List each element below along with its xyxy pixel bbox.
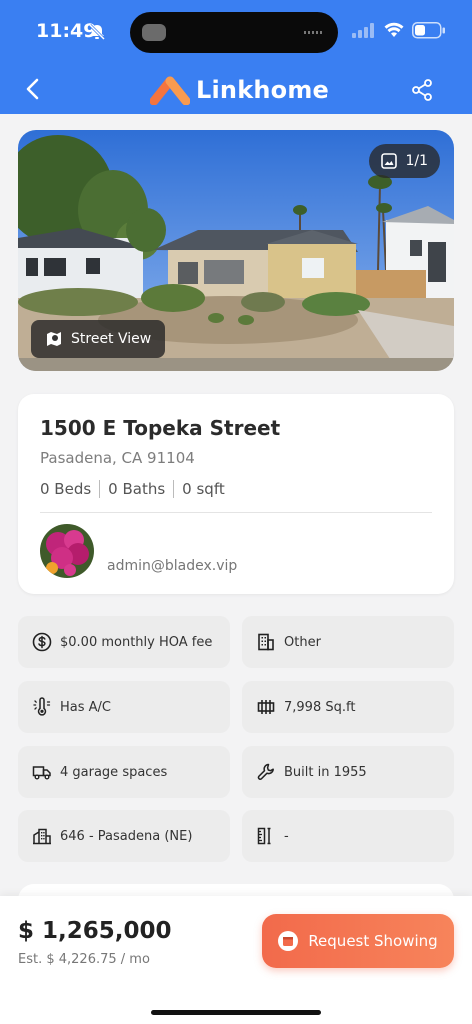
spec-divider: [173, 480, 175, 498]
request-showing-label: Request Showing: [308, 932, 438, 950]
spec-divider: [99, 480, 101, 498]
battery-icon: [412, 22, 445, 39]
feature-type: Other: [242, 616, 454, 668]
island-dots: [304, 31, 324, 34]
monthly-estimate: Est. $ 4,226.75 / mo: [18, 952, 150, 967]
feature-garage: 4 garage spaces: [18, 746, 230, 798]
house-logo-icon: [150, 76, 190, 105]
street-view-button[interactable]: Street View: [31, 320, 166, 358]
flower-avatar-image: [40, 524, 94, 578]
bell-slash-icon: [88, 23, 106, 41]
feature-built: Built in 1955: [242, 746, 454, 798]
status-bar: 11:49: [0, 0, 472, 64]
app-header: 11:49 Linkhome: [0, 0, 472, 114]
city-icon: [33, 828, 51, 845]
bottom-bar: $ 1,265,000 Est. $ 4,226.75 / mo Request…: [0, 896, 472, 1024]
building-icon: [258, 633, 274, 651]
share-icon[interactable]: [410, 78, 434, 102]
feature-ac-label: Has A/C: [60, 699, 111, 715]
listing-address: 1500 E Topeka Street: [40, 416, 281, 440]
listing-specs: 0 Beds 0 Baths 0 sqft: [40, 480, 225, 498]
dynamic-island: [130, 12, 338, 53]
feature-area-label: 646 - Pasadena (NE): [60, 828, 193, 844]
feature-lot-label: 7,998 Sq.ft: [284, 699, 356, 715]
feature-ac: Has A/C: [18, 681, 230, 733]
feature-lot: 7,998 Sq.ft: [242, 681, 454, 733]
listing-price: $ 1,265,000: [18, 918, 172, 944]
agent-avatar[interactable]: [40, 524, 94, 578]
wifi-icon: [384, 22, 404, 37]
feature-hoa: $0.00 monthly HOA fee: [18, 616, 230, 668]
home-indicator: [151, 1010, 321, 1015]
nav-bar: Linkhome: [0, 64, 472, 114]
feature-type-label: Other: [284, 634, 321, 650]
property-photo[interactable]: 1/1 Street View: [18, 130, 454, 371]
listing-card: 1500 E Topeka Street Pasadena, CA 91104 …: [18, 394, 454, 594]
card-divider: [40, 512, 432, 513]
agent-email[interactable]: admin@bladex.vip: [107, 558, 237, 574]
gallery-icon: [381, 153, 398, 169]
baths-count: 0 Baths: [108, 480, 166, 498]
thermometer-icon: [33, 697, 51, 716]
feature-other: -: [242, 810, 454, 862]
beds-count: 0 Beds: [40, 480, 92, 498]
calendar-icon: [278, 931, 299, 951]
wrench-icon: [257, 763, 274, 780]
feature-hoa-label: $0.00 monthly HOA fee: [60, 634, 213, 650]
cellular-signal-icon: [352, 23, 374, 38]
photo-counter-text: 1/1: [405, 153, 428, 169]
sqft-count: 0 sqft: [182, 480, 225, 498]
back-arrow-icon[interactable]: [20, 76, 46, 102]
map-pin-icon: [47, 332, 61, 346]
dollar-icon: [32, 632, 52, 652]
request-showing-button[interactable]: Request Showing: [262, 914, 454, 968]
feature-other-label: -: [284, 828, 289, 844]
ruler-icon: [257, 827, 271, 845]
street-view-label: Street View: [71, 331, 152, 347]
lot-icon: [257, 700, 275, 714]
brand-logo: Linkhome: [150, 74, 329, 106]
feature-built-label: Built in 1955: [284, 764, 367, 780]
truck-icon: [32, 766, 51, 780]
island-camera-preview: [142, 24, 166, 41]
feature-area: 646 - Pasadena (NE): [18, 810, 230, 862]
listing-city: Pasadena, CA 91104: [40, 449, 195, 467]
brand-name: Linkhome: [196, 76, 330, 104]
photo-counter[interactable]: 1/1: [369, 144, 440, 178]
feature-garage-label: 4 garage spaces: [60, 764, 168, 780]
